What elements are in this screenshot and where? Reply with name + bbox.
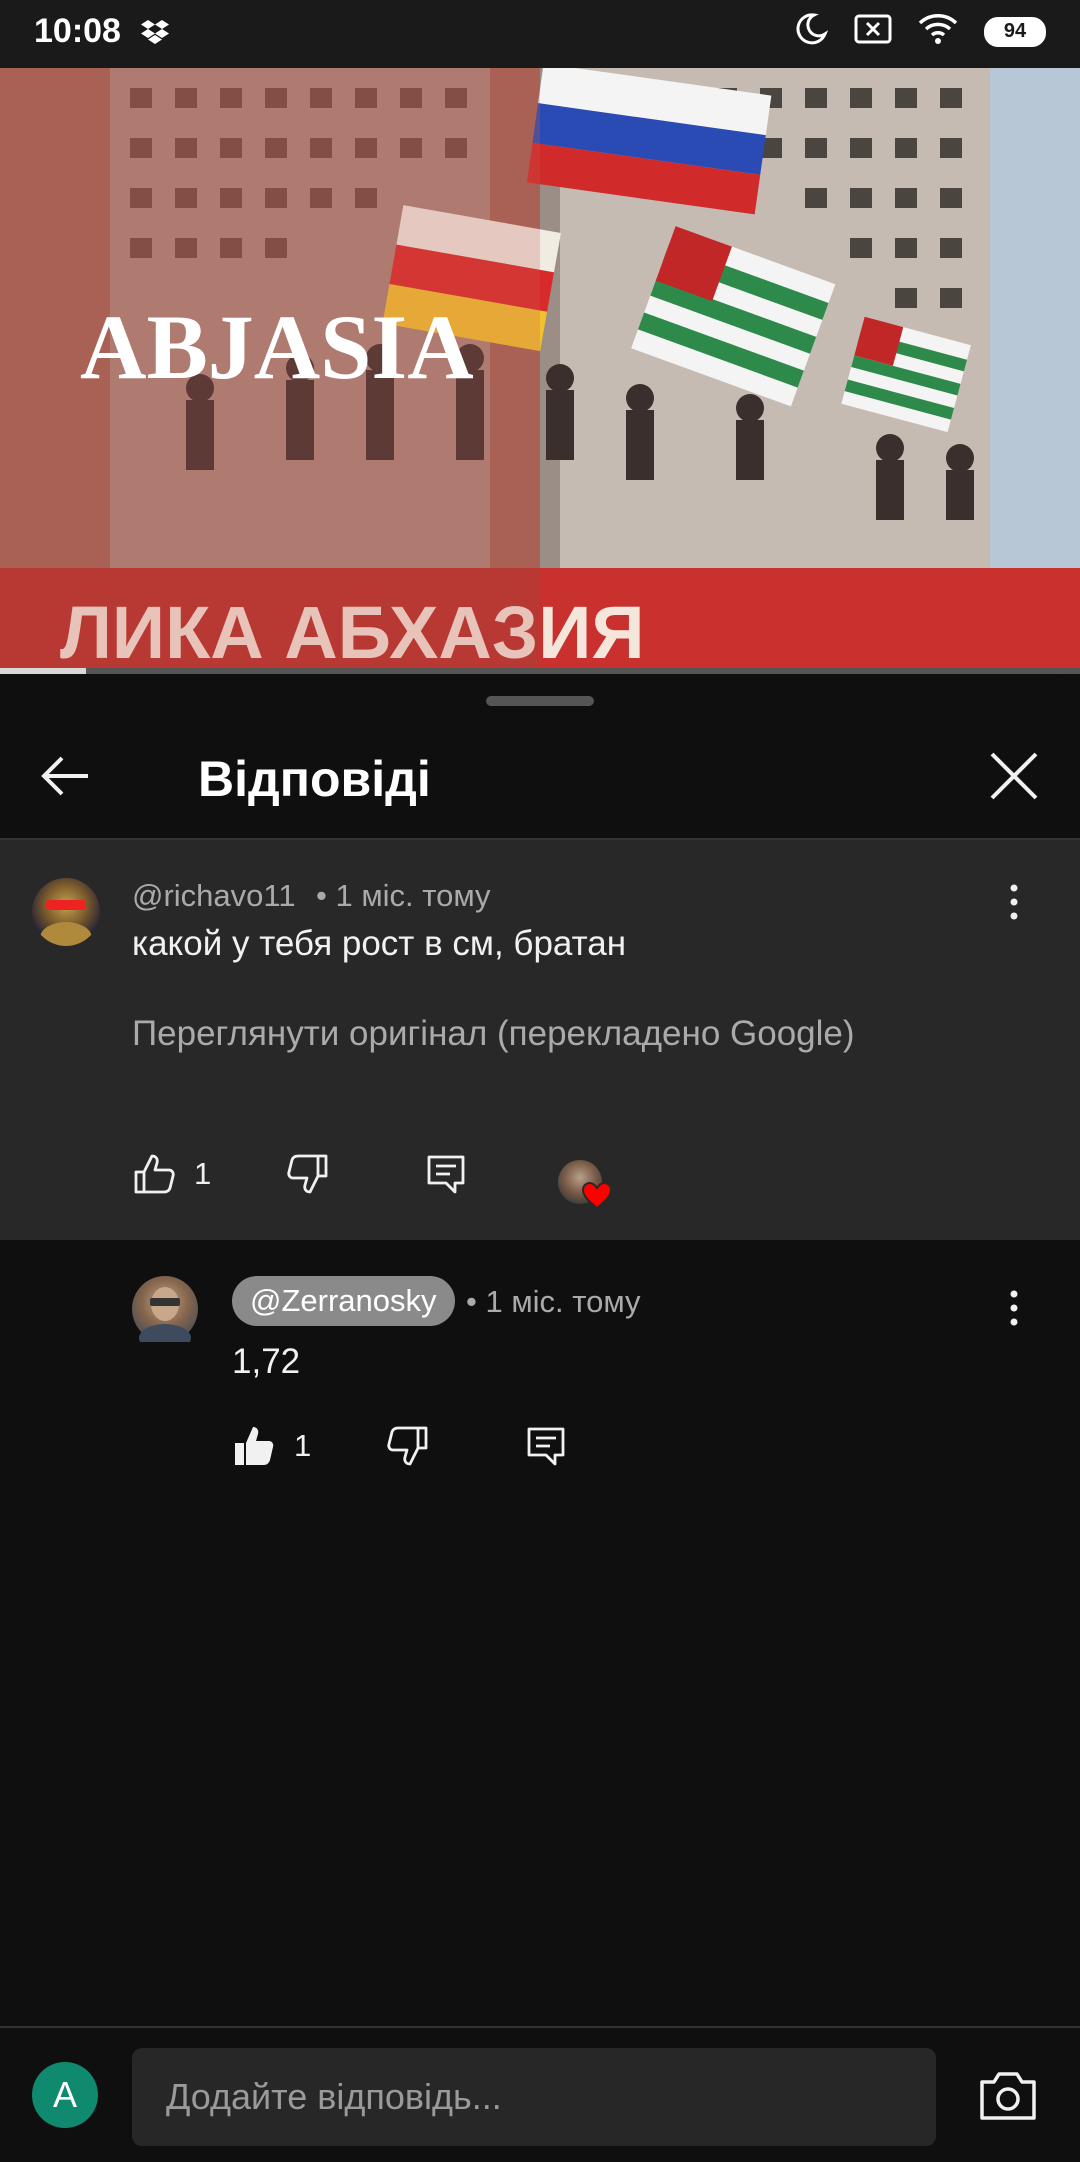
see-original-link[interactable]: Переглянути оригінал (перекладено Google… (132, 1014, 855, 1054)
sheet-header: Відповіді (0, 714, 1080, 840)
comment-author[interactable]: @richavo11 (132, 878, 296, 914)
moon-icon (794, 12, 829, 51)
user-avatar-letter: A (52, 2074, 77, 2115)
drag-handle[interactable] (486, 696, 594, 706)
reply-input-bar: A (0, 2026, 1080, 2162)
reply-text: 1,72 (232, 1342, 301, 1381)
battery-level: 94 (1003, 20, 1027, 42)
reply-like-count: 1 (294, 1428, 312, 1463)
thumbs-up-filled-icon (235, 1427, 274, 1465)
comment-time: • 1 міс. тому (316, 878, 491, 913)
close-icon (990, 752, 1038, 800)
more-vert-icon (1010, 884, 1018, 920)
comment-reply-icon (427, 1155, 465, 1194)
status-bar: 10:08 94 (0, 0, 1080, 68)
parent-like-button[interactable]: 1 (132, 1152, 211, 1196)
reply-input[interactable] (132, 2048, 936, 2146)
avatar[interactable] (132, 1276, 198, 1352)
reply-menu-button[interactable] (1004, 1288, 1024, 1328)
no-sim-icon (854, 14, 892, 49)
close-button[interactable] (984, 746, 1044, 806)
parent-reply-button[interactable] (424, 1152, 468, 1196)
more-vert-icon (1010, 1290, 1018, 1326)
like-count: 1 (194, 1156, 212, 1191)
dropbox-icon (140, 18, 170, 51)
back-arrow-icon (41, 756, 88, 796)
parent-dislike-button[interactable] (286, 1152, 330, 1196)
thumbs-up-icon (134, 1154, 175, 1194)
camera-button[interactable] (976, 2068, 1040, 2124)
camera-icon (980, 2072, 1036, 2120)
reply-author-chip[interactable]: @Zerranosky (232, 1276, 455, 1326)
creator-heart-badge (558, 1160, 612, 1210)
thumbs-down-icon (287, 1154, 328, 1194)
video-overlay-title: ABJASIA (80, 296, 474, 398)
wifi-icon (918, 13, 958, 50)
video-thumbnail: ЛИКА АБХАЗИЯ ABJASIA (0, 68, 1080, 668)
reply-author: @Zerranosky (250, 1283, 437, 1318)
replies-sheet: Відповіді @richavo11 • 1 міс. тому какой… (0, 674, 1080, 2160)
sheet-title: Відповіді (198, 751, 431, 807)
status-time: 10:08 (34, 12, 121, 50)
user-avatar[interactable]: A (32, 2062, 98, 2128)
parent-comment: @richavo11 • 1 міс. тому какой у тебя ро… (0, 840, 1080, 1240)
avatar[interactable] (32, 878, 100, 946)
comment-reply-icon (527, 1427, 565, 1466)
back-button[interactable] (36, 746, 96, 806)
reply-like-button[interactable]: 1 (232, 1424, 311, 1468)
comment-text: какой у тебя рост в см, братан (132, 924, 627, 963)
video-player[interactable]: ЛИКА АБХАЗИЯ ABJASIA (0, 68, 1080, 668)
reply-time: • 1 міс. тому (466, 1284, 641, 1319)
thumbs-down-icon (387, 1426, 428, 1466)
battery-icon: 94 (984, 16, 1046, 47)
heart-icon (582, 1182, 612, 1210)
reply-reply-button[interactable] (524, 1424, 568, 1468)
comment-menu-button[interactable] (1004, 882, 1024, 922)
reply-dislike-button[interactable] (386, 1424, 430, 1468)
